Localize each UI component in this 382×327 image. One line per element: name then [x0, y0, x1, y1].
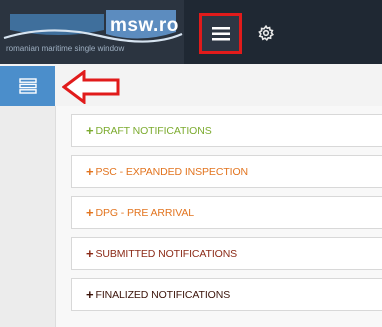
main-menu-toggle-button[interactable] — [199, 13, 242, 54]
logo-text: msw.ro — [110, 15, 179, 36]
logo-subtitle: romanian maritime single window — [6, 44, 125, 53]
menu-item-label: PSC - EXPANDED INSPECTION — [95, 165, 249, 178]
menu-item-draft-notifications[interactable]: + DRAFT NOTIFICATIONS — [71, 114, 382, 147]
msw-logo[interactable]: msw.ro romanian maritime single window — [0, 0, 184, 64]
plus-icon: + — [86, 164, 94, 179]
menu-item-label: DRAFT NOTIFICATIONS — [95, 124, 212, 137]
menu-item-finalized-notifications[interactable]: + FINALIZED NOTIFICATIONS — [71, 278, 382, 311]
gear-icon — [258, 25, 274, 41]
plus-icon: + — [86, 246, 94, 261]
red-arrow-icon — [62, 70, 120, 104]
hamburger-icon — [211, 26, 230, 40]
settings-button[interactable] — [252, 19, 280, 47]
menu-item-label: FINALIZED NOTIFICATIONS — [95, 288, 231, 301]
plus-icon: + — [86, 287, 94, 302]
menu-item-label: SUBMITTED NOTIFICATIONS — [95, 247, 238, 260]
sidebar-toggle-button[interactable] — [0, 66, 55, 106]
sidebar-panel — [0, 106, 55, 327]
menu-item-submitted-notifications[interactable]: + SUBMITTED NOTIFICATIONS — [71, 237, 382, 270]
menu-item-psc-expanded-inspection[interactable]: + PSC - EXPANDED INSPECTION — [71, 155, 382, 188]
plus-icon: + — [86, 123, 94, 138]
list-icon — [18, 78, 37, 94]
menu-item-label: DPG - PRE ARRIVAL — [95, 206, 195, 219]
plus-icon: + — [86, 205, 94, 220]
menu-item-dpg-pre-arrival[interactable]: + DPG - PRE ARRIVAL — [71, 196, 382, 229]
top-navbar: msw.ro romanian maritime single window — [0, 0, 382, 64]
